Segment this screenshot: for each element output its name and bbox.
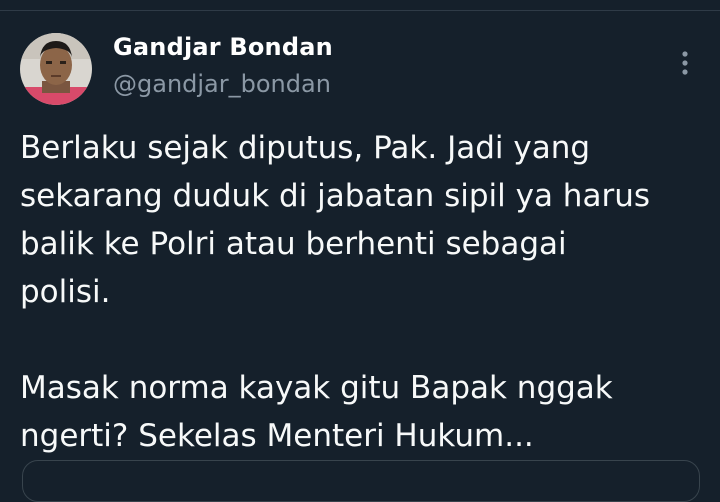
quoted-card-edge[interactable] xyxy=(22,460,700,502)
tweet-line: Masak norma kayak gitu Bapak nggak xyxy=(20,370,613,406)
avatar[interactable] xyxy=(20,33,92,105)
tweet-line: balik ke Polri atau berhenti sebagai xyxy=(20,226,567,262)
tweet-line: Berlaku sejak diputus, Pak. Jadi yang xyxy=(20,130,591,166)
more-vertical-icon xyxy=(682,51,688,75)
top-divider xyxy=(0,10,720,11)
tweet-line: polisi. xyxy=(20,274,111,310)
author-display-name[interactable]: Gandjar Bondan xyxy=(113,33,333,61)
tweet-line: sekarang duduk di jabatan sipil ya harus xyxy=(20,178,650,214)
tweet-line: ngerti? Sekelas Menteri Hukum... xyxy=(20,418,534,454)
tweet-text: Berlaku sejak diputus, Pak. Jadi yang se… xyxy=(20,124,710,460)
more-options-button[interactable] xyxy=(668,46,702,80)
author-handle[interactable]: @gandjar_bondan xyxy=(113,70,331,98)
